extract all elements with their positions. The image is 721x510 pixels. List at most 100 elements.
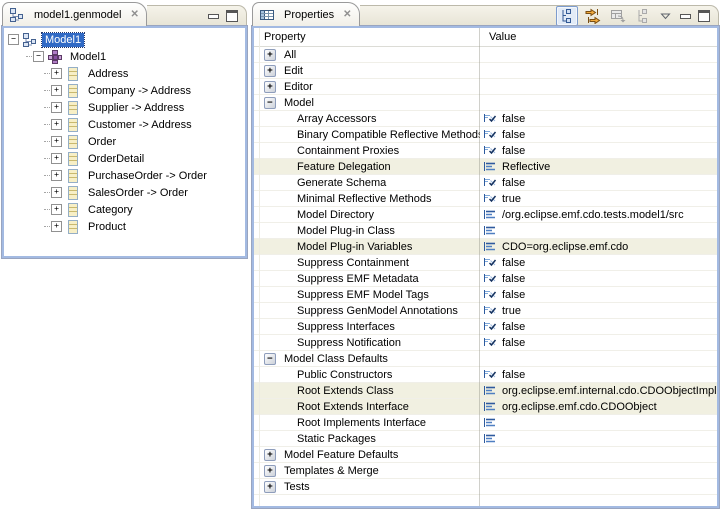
category-expand-toggle[interactable]: +	[264, 449, 276, 461]
tree-item[interactable]: − Model1	[4, 31, 245, 48]
table-row[interactable]: +Templates & Merge	[254, 463, 717, 479]
tree-item[interactable]: + Product	[4, 218, 245, 235]
tree-item[interactable]: + Category	[4, 201, 245, 218]
property-value-cell[interactable]	[480, 415, 717, 430]
categories-tree-icon[interactable]	[556, 6, 578, 26]
tree-expand-toggle[interactable]: +	[51, 85, 62, 96]
tree-item[interactable]: + Address	[4, 65, 245, 82]
tree-item-label[interactable]: Order	[85, 135, 119, 149]
category-expand-toggle[interactable]: +	[264, 65, 276, 77]
tree-expand-toggle[interactable]: +	[51, 204, 62, 215]
property-value-cell[interactable]: false	[480, 111, 717, 126]
property-value-cell[interactable]: false	[480, 271, 717, 286]
column-header-value[interactable]: Value	[480, 31, 717, 43]
maximize-icon[interactable]	[697, 10, 711, 22]
property-value-cell[interactable]: false	[480, 367, 717, 382]
table-row[interactable]: +Editor	[254, 79, 717, 95]
view-menu-icon[interactable]	[660, 12, 671, 20]
tree-expand-toggle[interactable]: +	[51, 102, 62, 113]
property-value-cell[interactable]	[480, 431, 717, 446]
table-row[interactable]: Model Directory/org.eclipse.emf.cdo.test…	[254, 207, 717, 223]
tree-item[interactable]: + Company -> Address	[4, 82, 245, 99]
table-row[interactable]: Suppress GenModel Annotationstrue	[254, 303, 717, 319]
tree-expand-toggle[interactable]: +	[51, 68, 62, 79]
property-value-cell[interactable]: true	[480, 191, 717, 206]
property-value-cell[interactable]: /org.eclipse.emf.cdo.tests.model1/src	[480, 207, 717, 222]
table-row[interactable]: Public Constructorsfalse	[254, 367, 717, 383]
tree-expand-toggle[interactable]: +	[51, 187, 62, 198]
tree-item-label[interactable]: Model1	[67, 50, 109, 64]
tree-item-label[interactable]: OrderDetail	[85, 152, 147, 166]
property-value-cell[interactable]	[480, 479, 717, 494]
property-value-cell[interactable]: CDO=org.eclipse.emf.cdo	[480, 239, 717, 254]
table-row[interactable]: Static Packages	[254, 431, 717, 447]
property-value-cell[interactable]: org.eclipse.emf.internal.cdo.CDOObjectIm…	[480, 383, 717, 398]
tree-expand-toggle[interactable]: +	[51, 170, 62, 181]
advanced-properties-icon[interactable]	[583, 7, 603, 25]
tree-item[interactable]: + SalesOrder -> Order	[4, 184, 245, 201]
tree-item-label[interactable]: Customer -> Address	[85, 118, 195, 132]
property-value-cell[interactable]: false	[480, 287, 717, 302]
property-value-cell[interactable]: false	[480, 255, 717, 270]
category-expand-toggle[interactable]: +	[264, 81, 276, 93]
table-row[interactable]: Generate Schemafalse	[254, 175, 717, 191]
table-row[interactable]: Root Extends Classorg.eclipse.emf.intern…	[254, 383, 717, 399]
table-row[interactable]: Suppress EMF Metadatafalse	[254, 271, 717, 287]
close-icon[interactable]: ✕	[343, 9, 351, 20]
properties-tab[interactable]: Properties ✕	[252, 2, 360, 26]
category-expand-toggle[interactable]: +	[264, 481, 276, 493]
table-row[interactable]: Suppress Interfacesfalse	[254, 319, 717, 335]
property-value-cell[interactable]	[480, 463, 717, 478]
property-value-cell[interactable]: Reflective	[480, 159, 717, 174]
tree-item-label[interactable]: Company -> Address	[85, 84, 194, 98]
table-row[interactable]: +Model Feature Defaults	[254, 447, 717, 463]
table-row[interactable]: Minimal Reflective Methodstrue	[254, 191, 717, 207]
property-value-cell[interactable]: false	[480, 127, 717, 142]
tree-item[interactable]: + Supplier -> Address	[4, 99, 245, 116]
minimize-icon[interactable]	[678, 10, 692, 22]
tree-item-label[interactable]: PurchaseOrder -> Order	[85, 169, 210, 183]
property-value-cell[interactable]	[480, 79, 717, 94]
category-expand-toggle[interactable]: −	[264, 97, 276, 109]
tree-expand-toggle[interactable]: −	[8, 34, 19, 45]
tree-expand-toggle[interactable]: +	[51, 221, 62, 232]
property-value-cell[interactable]: true	[480, 303, 717, 318]
category-expand-toggle[interactable]: +	[264, 49, 276, 61]
table-row[interactable]: Suppress Containmentfalse	[254, 255, 717, 271]
property-value-cell[interactable]	[480, 223, 717, 238]
table-row[interactable]: Containment Proxiesfalse	[254, 143, 717, 159]
tree-item[interactable]: +Order	[4, 133, 245, 150]
tree-item-label[interactable]: Address	[85, 67, 131, 81]
table-row[interactable]: Suppress EMF Model Tagsfalse	[254, 287, 717, 303]
table-row[interactable]: Array Accessorsfalse	[254, 111, 717, 127]
editor-tab-model1-genmodel[interactable]: model1.genmodel ✕	[2, 2, 147, 26]
table-row[interactable]: Binary Compatible Reflective Methodsfals…	[254, 127, 717, 143]
table-row[interactable]: Suppress Notificationfalse	[254, 335, 717, 351]
maximize-icon[interactable]	[225, 10, 239, 22]
table-row[interactable]: +All	[254, 47, 717, 63]
property-value-cell[interactable]	[480, 447, 717, 462]
table-row[interactable]: Model Plug-in VariablesCDO=org.eclipse.e…	[254, 239, 717, 255]
property-value-cell[interactable]: org.eclipse.emf.cdo.CDOObject	[480, 399, 717, 414]
property-value-cell[interactable]	[480, 351, 717, 366]
column-header-property[interactable]: Property	[254, 31, 480, 43]
table-row[interactable]: Feature DelegationReflective	[254, 159, 717, 175]
category-expand-toggle[interactable]: −	[264, 353, 276, 365]
tree-item-label[interactable]: Category	[85, 203, 136, 217]
property-value-cell[interactable]: false	[480, 335, 717, 350]
property-value-cell[interactable]	[480, 47, 717, 62]
tree-item-label[interactable]: SalesOrder -> Order	[85, 186, 191, 200]
table-row[interactable]: −Model Class Defaults	[254, 351, 717, 367]
tree-item-label[interactable]: Supplier -> Address	[85, 101, 187, 115]
tree-item[interactable]: + PurchaseOrder -> Order	[4, 167, 245, 184]
tree-expand-toggle[interactable]: +	[51, 153, 62, 164]
property-value-cell[interactable]: false	[480, 143, 717, 158]
property-value-cell[interactable]: false	[480, 319, 717, 334]
tree-item-label[interactable]: Model1	[42, 33, 84, 47]
table-row[interactable]: −Model	[254, 95, 717, 111]
table-row[interactable]: +Tests	[254, 479, 717, 495]
property-value-cell[interactable]	[480, 95, 717, 110]
tree-item[interactable]: − Model1	[4, 48, 245, 65]
tree-expand-toggle[interactable]: −	[33, 51, 44, 62]
tree-item-label[interactable]: Product	[85, 220, 129, 234]
